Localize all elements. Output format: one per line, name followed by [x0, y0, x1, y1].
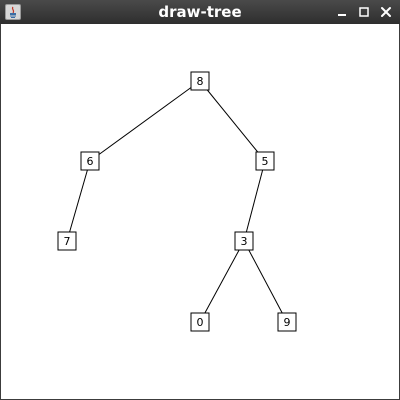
tree-node-8: 8: [190, 71, 210, 91]
tree-edge-3-9: [243, 240, 288, 323]
tree-canvas: 8 6 5 7 3 0 9: [57, 71, 297, 332]
tree-edge-5-3: [243, 160, 266, 242]
minimize-icon[interactable]: [334, 4, 350, 20]
app-window: draw-tree 8 6 5 7 3 0 9: [0, 0, 400, 400]
java-icon[interactable]: [5, 4, 21, 20]
tree-edge-3-0: [199, 240, 245, 323]
tree-node-label: 6: [87, 155, 94, 168]
tree-node-0: 0: [190, 312, 210, 332]
title-bar[interactable]: draw-tree: [0, 0, 400, 24]
close-icon[interactable]: [378, 4, 394, 20]
tree-node-label: 3: [241, 235, 248, 248]
tree-node-label: 5: [262, 155, 269, 168]
tree-node-9: 9: [277, 312, 297, 332]
tree-node-label: 7: [64, 235, 71, 248]
tree-node-label: 9: [284, 316, 291, 329]
tree-node-7: 7: [57, 231, 77, 251]
tree-edge-8-6: [89, 80, 201, 162]
tree-node-6: 6: [80, 151, 100, 171]
tree-node-label: 0: [197, 316, 204, 329]
tree-node-5: 5: [255, 151, 275, 171]
tree-node-label: 8: [197, 75, 204, 88]
tree-edge-6-7: [66, 160, 91, 242]
tree-node-3: 3: [234, 231, 254, 251]
tree-edge-8-5: [199, 80, 266, 162]
drawing-area: 8 6 5 7 3 0 9: [1, 24, 399, 399]
maximize-icon[interactable]: [356, 4, 372, 20]
